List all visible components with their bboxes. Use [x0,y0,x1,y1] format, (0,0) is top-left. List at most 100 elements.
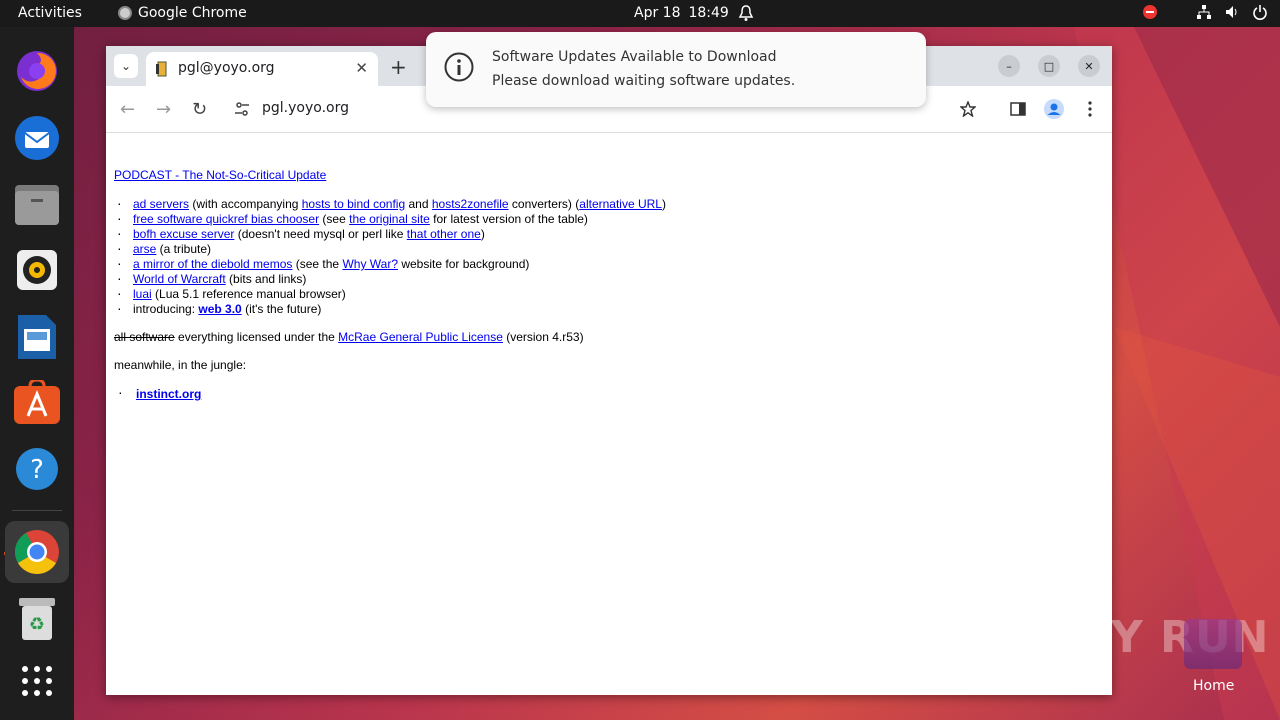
bookmark-star-icon[interactable] [957,98,979,120]
app-menu[interactable]: Google Chrome [118,5,247,21]
list-item: a mirror of the diebold memos (see the W… [114,256,666,272]
power-icon [1253,5,1267,20]
ad-servers-link[interactable]: ad servers [133,197,189,211]
that-other-one-link[interactable]: that other one [407,227,481,241]
arse-link[interactable]: arse [133,242,156,256]
system-tray[interactable] [1142,4,1268,20]
notification-body: Please download waiting software updates… [492,73,796,89]
why-war-link[interactable]: Why War? [342,257,398,271]
list-text: (bits and links) [225,272,307,286]
instinct-link[interactable]: instinct.org [136,387,201,401]
volume-icon [1226,6,1237,18]
link-list: ad servers (with accompanying hosts to b… [114,196,666,317]
list-item: bofh excuse server (doesn't need mysql o… [114,226,666,242]
forward-icon[interactable]: → [156,99,171,120]
bullet: · [118,384,123,400]
chrome-icon[interactable] [5,521,69,583]
list-text: for latest version of the table) [429,212,588,226]
list-item: World of Warcraft (bits and links) [114,271,666,287]
network-icon [1197,5,1211,19]
list-item: luai (Lua 5.1 reference manual browser) [114,286,666,302]
minimize-button[interactable]: – [998,55,1020,77]
list-text: introducing: [133,302,199,316]
profile-avatar-icon[interactable] [1043,98,1065,120]
app-grid-icon[interactable] [12,656,62,706]
notification-title: Software Updates Available to Download [492,49,777,65]
back-icon[interactable]: ← [120,99,135,120]
list-text: (see the [292,257,343,271]
chevron-down-icon: ⌄ [120,59,132,73]
jungle-text: meanwhile, in the jungle: [114,358,247,372]
clock-time: 18:49 [688,5,729,21]
side-panel-icon[interactable] [1007,98,1029,120]
rhythmbox-icon[interactable] [12,245,62,295]
luai-link[interactable]: luai [133,287,152,301]
new-tab-button[interactable]: + [390,55,407,79]
list-text: (doesn't need mysql or perl like [234,227,407,241]
chrome-menu-icon[interactable] [1079,98,1101,120]
info-icon [444,52,474,82]
list-text: ) [661,197,666,211]
list-item: ad servers (with accompanying hosts to b… [114,196,666,212]
diebold-link[interactable]: a mirror of the diebold memos [133,257,292,271]
quickref-link[interactable]: free software quickref bias chooser [133,212,319,226]
top-bar: Activities Google Chrome Apr 18 18:49 [0,0,1280,27]
chrome-window: ⌄ pgl@yoyo.org ✕ + – □ ✕ ← → ↻ pgl.yoyo.… [106,46,1112,695]
list-text: (see [319,212,350,226]
list-item: introducing: web 3.0 (it's the future) [114,301,666,317]
do-not-disturb-icon [1143,5,1157,19]
clock[interactable]: Apr 18 18:49 [634,5,729,21]
tab-title: pgl@yoyo.org [178,60,275,76]
bofh-link[interactable]: bofh excuse server [133,227,234,241]
podcast-link[interactable]: PODCAST - The Not-So-Critical Update [114,168,326,182]
trash-icon[interactable]: ♻ [12,594,62,644]
list-text: (a tribute) [156,242,212,256]
app-center-icon[interactable] [12,377,62,427]
firefox-icon[interactable] [12,46,62,96]
notification-banner[interactable]: Software Updates Available to Download P… [426,32,926,107]
activities-button[interactable]: Activities [18,5,82,21]
tab-search-button[interactable]: ⌄ [114,54,138,78]
maximize-button[interactable]: □ [1038,55,1060,77]
list-text: website for background) [398,257,530,271]
tab-close-icon[interactable]: ✕ [355,59,368,77]
app-name: Google Chrome [138,5,247,21]
web3-link[interactable]: web 3.0 [198,302,241,316]
alternative-url-link[interactable]: alternative URL [579,197,662,211]
list-text: (it's the future) [241,302,322,316]
hosts2zonefile-link[interactable]: hosts2zonefile [432,197,509,211]
mcrae-license-link[interactable]: McRae General Public License [338,330,503,344]
files-icon[interactable] [12,180,62,230]
url-text: pgl.yoyo.org [262,100,349,116]
clock-date: Apr 18 [634,5,681,21]
wow-link[interactable]: World of Warcraft [133,272,226,286]
site-info-icon[interactable] [234,101,250,117]
license-strike: all software [114,330,175,344]
license-text: everything licensed under the [174,330,339,344]
list-text: (Lua 5.1 reference manual browser) [151,287,346,301]
notification-bell-icon[interactable] [738,4,754,22]
license-tail: (version 4.r53) [502,330,584,344]
writer-icon[interactable] [12,312,62,362]
list-text: ) [480,227,485,241]
tab-active[interactable]: pgl@yoyo.org ✕ [146,52,378,86]
list-text: (with accompanying [189,197,302,211]
dock-separator [12,510,62,511]
home-folder-icon[interactable] [1184,619,1242,669]
svg-text:?: ? [30,455,44,485]
original-site-link[interactable]: the original site [349,212,430,226]
reload-icon[interactable]: ↻ [192,99,207,120]
close-window-button[interactable]: ✕ [1078,55,1100,77]
help-icon[interactable]: ? [12,444,62,494]
list-text: converters) ( [508,197,580,211]
license-line: all software everything licensed under t… [114,330,584,344]
list-text: and [405,197,432,211]
list-item: arse (a tribute) [114,241,666,257]
list-item: free software quickref bias chooser (see… [114,211,666,227]
hosts-to-bind-link[interactable]: hosts to bind config [302,197,405,211]
thunderbird-icon[interactable] [12,113,62,163]
chrome-app-icon [118,6,132,20]
svg-text:♻: ♻ [29,614,45,635]
favicon-icon [156,61,167,77]
dock: ? ♻ [0,27,74,720]
